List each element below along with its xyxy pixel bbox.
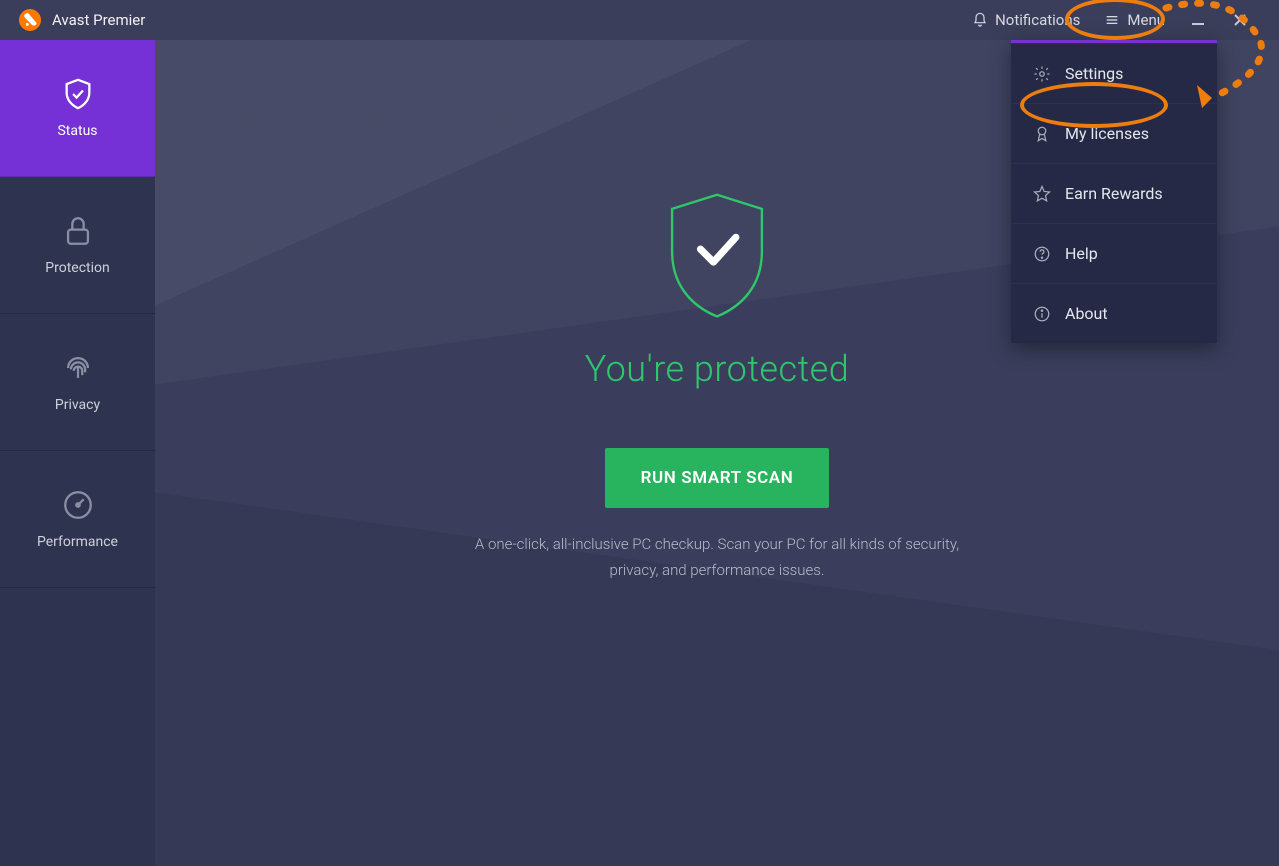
sidebar-item-protection[interactable]: Protection	[0, 177, 155, 314]
avast-logo-icon	[18, 8, 42, 32]
gear-icon	[1033, 65, 1051, 83]
sidebar-item-label: Performance	[37, 534, 118, 550]
menu-button[interactable]: Menu	[1092, 3, 1177, 37]
notifications-label: Notifications	[995, 11, 1080, 29]
license-icon	[1033, 125, 1051, 143]
menu-item-label: My licenses	[1065, 124, 1149, 143]
menu-item-label: Settings	[1065, 64, 1123, 83]
menu-item-settings[interactable]: Settings	[1011, 43, 1217, 103]
sidebar-item-label: Protection	[45, 260, 109, 276]
minimize-icon	[1191, 13, 1205, 27]
status-title: You're protected	[585, 348, 850, 390]
gauge-icon	[61, 488, 95, 522]
status-shield	[657, 190, 777, 320]
menu-item-licenses[interactable]: My licenses	[1011, 103, 1217, 163]
lock-icon	[61, 214, 95, 248]
scan-desc-line1: A one-click, all-inclusive PC checkup. S…	[475, 532, 959, 558]
sidebar-item-performance[interactable]: Performance	[0, 451, 155, 588]
run-smart-scan-button[interactable]: RUN SMART SCAN	[605, 448, 830, 508]
app-brand: Avast Premier	[18, 8, 145, 32]
fingerprint-icon	[61, 351, 95, 385]
sidebar-item-status[interactable]: Status	[0, 40, 155, 177]
menu-item-label: Earn Rewards	[1065, 184, 1163, 203]
close-icon	[1233, 13, 1247, 27]
minimize-button[interactable]	[1177, 0, 1219, 40]
menu-item-about[interactable]: About	[1011, 283, 1217, 343]
sidebar-item-label: Status	[57, 123, 97, 139]
notifications-button[interactable]: Notifications	[960, 3, 1092, 37]
shield-check-icon	[61, 77, 95, 111]
bell-icon	[972, 12, 988, 28]
close-button[interactable]	[1219, 0, 1261, 40]
menu-item-label: About	[1065, 304, 1108, 323]
sidebar-item-label: Privacy	[55, 397, 100, 413]
hamburger-icon	[1104, 12, 1120, 28]
menu-item-rewards[interactable]: Earn Rewards	[1011, 163, 1217, 223]
sidebar-item-privacy[interactable]: Privacy	[0, 314, 155, 451]
menu-dropdown: Settings My licenses Earn Rewards Help A…	[1011, 40, 1217, 343]
menu-item-label: Help	[1065, 244, 1098, 263]
star-icon	[1033, 185, 1051, 203]
help-icon	[1033, 245, 1051, 263]
titlebar: Avast Premier Notifications Menu	[0, 0, 1279, 40]
menu-item-help[interactable]: Help	[1011, 223, 1217, 283]
app-title: Avast Premier	[52, 11, 145, 29]
sidebar: Status Protection Privacy Performance	[0, 40, 155, 866]
info-icon	[1033, 305, 1051, 323]
menu-label: Menu	[1127, 11, 1165, 29]
shield-check-large-icon	[657, 190, 777, 320]
scan-description: A one-click, all-inclusive PC checkup. S…	[475, 532, 959, 583]
scan-desc-line2: privacy, and performance issues.	[475, 558, 959, 584]
